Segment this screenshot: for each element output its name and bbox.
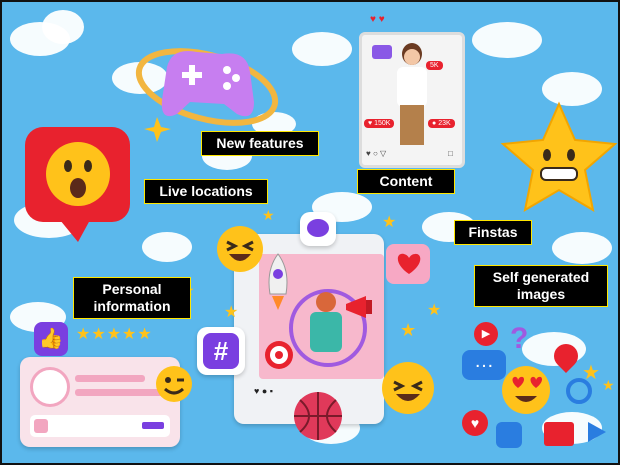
- collage-canvas: 5K ♥ 150K ● 23K ♥ ○ ▽ □ ♥ ♥ ♥ ● ▪ # 👍 ★★…: [0, 0, 620, 465]
- star-face-icon: [500, 101, 618, 212]
- target-icon: [265, 341, 293, 369]
- post-action-bar: ♥ ○ ▽: [366, 149, 387, 158]
- thumbs-up-small-icon: [496, 422, 522, 448]
- basketball-icon: [294, 392, 342, 440]
- profile-input-row: [30, 415, 170, 437]
- content-post-card: 5K ♥ 150K ● 23K ♥ ○ ▽ □: [359, 32, 465, 168]
- thumbs-up-icon: 👍: [34, 322, 68, 356]
- live-locations-label: Live locations: [145, 180, 267, 203]
- likes-count: 150K: [374, 120, 391, 127]
- comments-count: 23K: [438, 120, 451, 127]
- game-controller-icon: [135, 48, 279, 142]
- followers-badge: 5K: [426, 61, 443, 70]
- grinning-emoji-icon: [382, 362, 434, 414]
- like-heart-icon: ♥: [462, 410, 488, 436]
- followers-count: 5K: [430, 62, 439, 69]
- man-with-megaphone-figure: [306, 292, 346, 372]
- question-mark-icon: ?: [510, 322, 529, 355]
- phone-pagination-dots: ♥ ● ▪: [254, 386, 273, 396]
- megaphone-icon: [372, 45, 392, 59]
- heart-bubble-icon: [386, 244, 430, 284]
- finstas-label: Finstas: [455, 221, 531, 244]
- profile-text-bar: [75, 375, 145, 382]
- profile-text-bar: [75, 389, 165, 396]
- heart-eyes-emoji-icon: [502, 366, 550, 414]
- winking-emoji-icon: [156, 366, 192, 402]
- laughing-emoji-icon: [217, 226, 263, 272]
- comments-badge: ● 23K: [428, 119, 455, 128]
- woman-with-megaphone-figure: [392, 43, 432, 148]
- avatar: [30, 367, 70, 407]
- floating-hearts: ♥ ♥: [370, 14, 385, 25]
- social-icon-cluster: … ? ▶ ★ ♥: [452, 322, 617, 462]
- star-small-icon: ★: [582, 362, 600, 384]
- chat-bubble-icon: [300, 212, 336, 246]
- personal-information-label: Personal information: [74, 278, 190, 318]
- content-label: Content: [358, 170, 454, 193]
- bookmark-icon: □: [448, 149, 453, 158]
- play-button-icon: ▶: [474, 322, 498, 346]
- rating-stars: ★★★★★: [76, 326, 153, 343]
- self-generated-images-label: Self generated images: [475, 266, 607, 306]
- new-features-label: New features: [202, 132, 318, 155]
- location-pin-icon: [549, 339, 583, 373]
- likes-badge: ♥ 150K: [364, 119, 395, 128]
- megaphone-icon: [346, 296, 372, 318]
- hashtag-icon: #: [197, 327, 245, 375]
- rocket-icon: [268, 253, 288, 310]
- gift-box-icon: [544, 422, 574, 446]
- speech-bubble-shocked-icon: [25, 127, 130, 242]
- paper-plane-icon: [588, 422, 606, 442]
